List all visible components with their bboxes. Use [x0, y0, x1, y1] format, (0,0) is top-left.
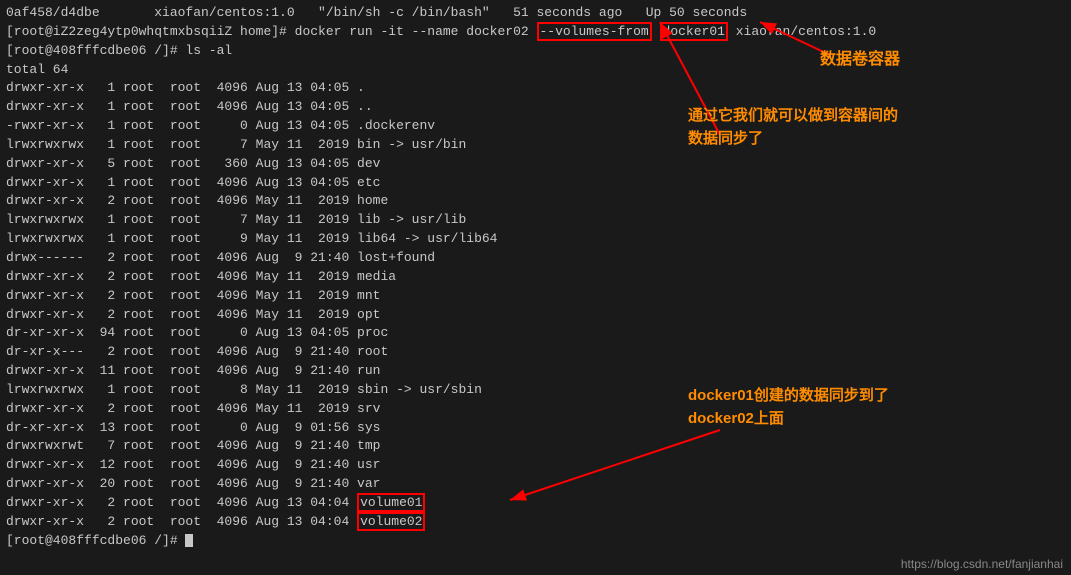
terminal-line-15: drwxr-xr-x 2 root root 4096 May 11 2019 … — [6, 268, 1065, 287]
terminal-line-28: drwxr-xr-x 2 root root 4096 Aug 13 04:04… — [6, 513, 1065, 532]
terminal-line-18: dr-xr-xr-x 94 root root 0 Aug 13 04:05 p… — [6, 324, 1065, 343]
terminal-line-16: drwxr-xr-x 2 root root 4096 May 11 2019 … — [6, 287, 1065, 306]
terminal-line-1: 0af458/d4dbe xiaofan/centos:1.0 "/bin/sh… — [6, 4, 1065, 23]
terminal-line-4: total 64 — [6, 61, 1065, 80]
terminal-line-8: lrwxrwxrwx 1 root root 7 May 11 2019 bin… — [6, 136, 1065, 155]
terminal-line-11: drwxr-xr-x 2 root root 4096 May 11 2019 … — [6, 192, 1065, 211]
terminal-cursor — [185, 534, 193, 547]
terminal-line-20: drwxr-xr-x 11 root root 4096 Aug 9 21:40… — [6, 362, 1065, 381]
terminal-line-2: [root@iZ2zeg4ytp0whqtmxbsqiiZ home]# doc… — [6, 23, 1065, 42]
terminal-line-25: drwxr-xr-x 12 root root 4096 Aug 9 21:40… — [6, 456, 1065, 475]
terminal-line-10: drwxr-xr-x 1 root root 4096 Aug 13 04:05… — [6, 174, 1065, 193]
terminal-line-13: lrwxrwxrwx 1 root root 9 May 11 2019 lib… — [6, 230, 1065, 249]
url-bar: https://blog.csdn.net/fanjianhai — [901, 557, 1063, 571]
terminal-line-12: lrwxrwxrwx 1 root root 7 May 11 2019 lib… — [6, 211, 1065, 230]
terminal-line-19: dr-xr-x--- 2 root root 4096 Aug 9 21:40 … — [6, 343, 1065, 362]
terminal-line-23: dr-xr-xr-x 13 root root 0 Aug 9 01:56 sy… — [6, 419, 1065, 438]
terminal-line-6: drwxr-xr-x 1 root root 4096 Aug 13 04:05… — [6, 98, 1065, 117]
terminal-line-29: [root@408fffcdbe06 /]# — [6, 532, 1065, 551]
terminal-line-7: -rwxr-xr-x 1 root root 0 Aug 13 04:05 .d… — [6, 117, 1065, 136]
volumes-from-flag: --volumes-from — [537, 22, 652, 41]
volume02-highlight: volume02 — [357, 512, 425, 531]
terminal-line-3: [root@408fffcdbe06 /]# ls -al — [6, 42, 1065, 61]
docker01-arg: docker01 — [660, 22, 728, 41]
terminal-line-22: drwxr-xr-x 2 root root 4096 May 11 2019 … — [6, 400, 1065, 419]
terminal-line-24: drwxrwxrwt 7 root root 4096 Aug 9 21:40 … — [6, 437, 1065, 456]
terminal-line-26: drwxr-xr-x 20 root root 4096 Aug 9 21:40… — [6, 475, 1065, 494]
terminal-line-5: drwxr-xr-x 1 root root 4096 Aug 13 04:05… — [6, 79, 1065, 98]
terminal-line-21: lrwxrwxrwx 1 root root 8 May 11 2019 sbi… — [6, 381, 1065, 400]
terminal: 0af458/d4dbe xiaofan/centos:1.0 "/bin/sh… — [0, 0, 1071, 575]
terminal-line-14: drwx------ 2 root root 4096 Aug 9 21:40 … — [6, 249, 1065, 268]
terminal-line-9: drwxr-xr-x 5 root root 360 Aug 13 04:05 … — [6, 155, 1065, 174]
volume01-highlight: volume01 — [357, 493, 425, 512]
terminal-line-27: drwxr-xr-x 2 root root 4096 Aug 13 04:04… — [6, 494, 1065, 513]
terminal-line-17: drwxr-xr-x 2 root root 4096 May 11 2019 … — [6, 306, 1065, 325]
